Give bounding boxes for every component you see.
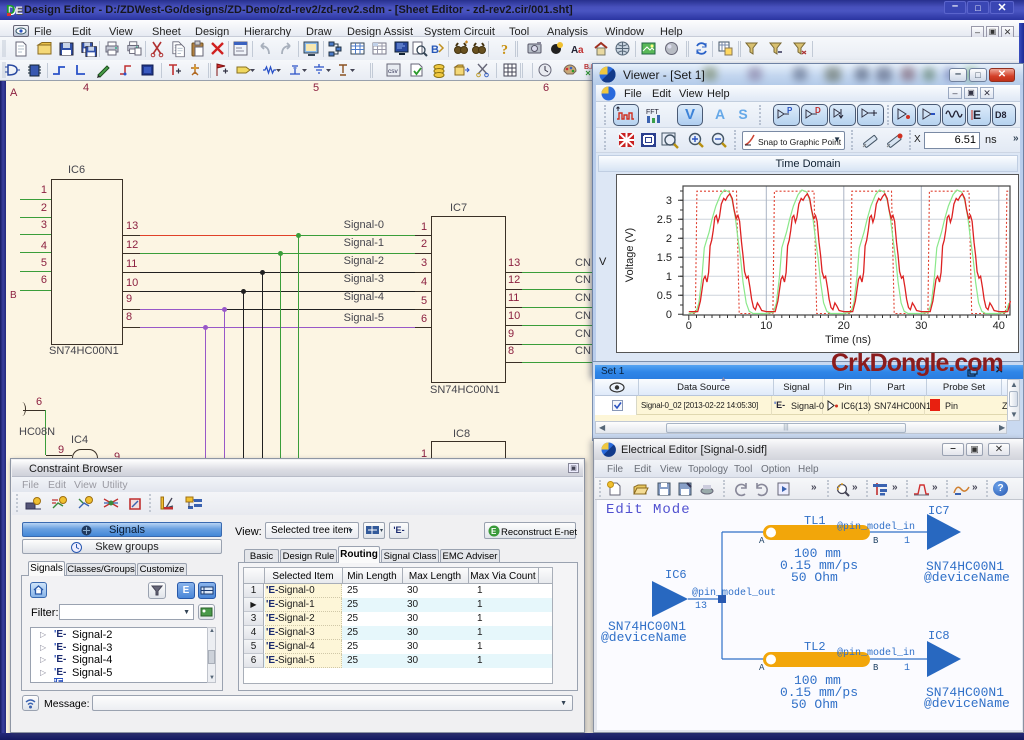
svg-text:0: 0: [686, 320, 692, 332]
svg-text:?: ?: [501, 43, 508, 58]
svg-text:FFT: FFT: [646, 109, 660, 116]
svg-text:E: E: [973, 108, 981, 122]
svg-text:1: 1: [666, 271, 672, 283]
svg-text:30: 30: [915, 320, 927, 332]
svg-text:D: D: [815, 106, 821, 115]
svg-text:E: E: [491, 527, 497, 536]
svg-text:Voltage (V): Voltage (V): [624, 228, 636, 282]
svg-text:a: a: [578, 45, 584, 56]
svg-text:40: 40: [993, 320, 1005, 332]
svg-text:2.5: 2.5: [657, 214, 672, 226]
svg-text:P: P: [787, 106, 793, 115]
svg-text:1.5: 1.5: [657, 252, 672, 264]
svg-text:2: 2: [666, 233, 672, 245]
svg-text:20: 20: [838, 320, 850, 332]
svg-text:3: 3: [666, 195, 672, 207]
svg-text:Time (ns): Time (ns): [825, 334, 871, 346]
svg-text:0.5: 0.5: [657, 290, 672, 302]
svg-text:csv: csv: [388, 68, 399, 75]
svg-text:B: B: [431, 44, 439, 56]
svg-text:D8: D8: [995, 110, 1007, 120]
svg-text:0: 0: [666, 309, 672, 321]
svg-text:10: 10: [760, 320, 772, 332]
